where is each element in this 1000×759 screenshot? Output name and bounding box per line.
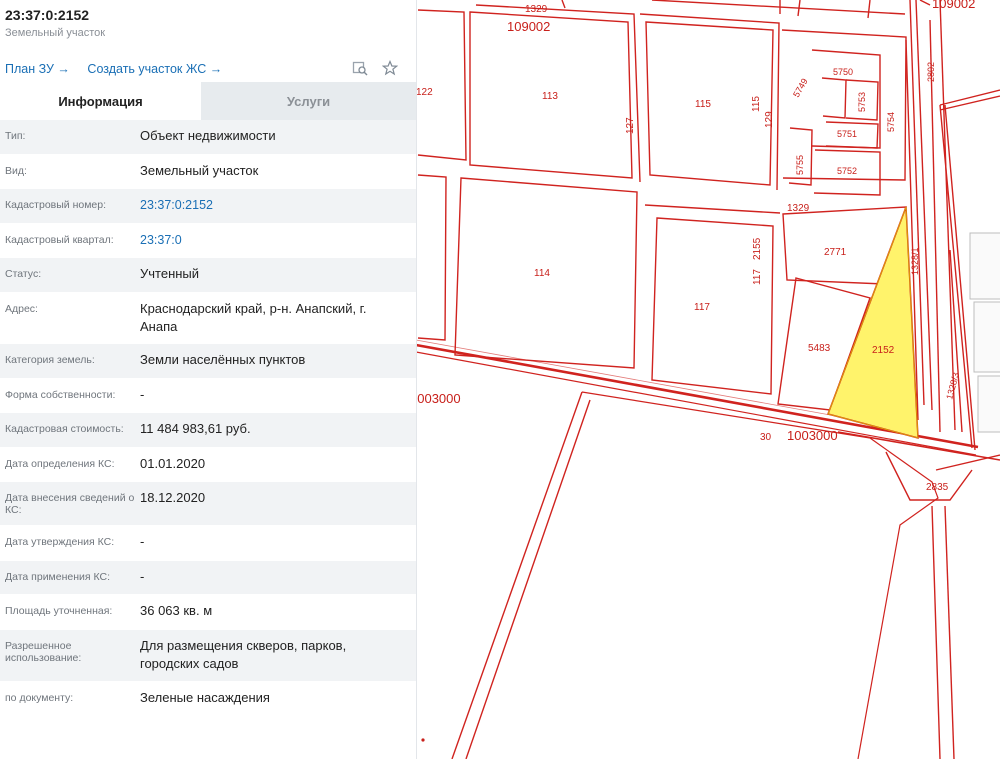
info-row-value: Земельный участок (140, 163, 259, 178)
info-row: Форма собственности: - (0, 379, 416, 413)
info-row-label: Кадастровый номер: (5, 199, 107, 211)
info-row-value: 01.01.2020 (140, 456, 206, 471)
info-row: Тип: Объект недвижимости (0, 120, 416, 155)
info-row-label: Дата определения КС: (5, 458, 115, 470)
info-row-value: - (140, 534, 145, 549)
parcel-label: 2152 (872, 345, 895, 356)
parcel-label: 1328/1 (910, 247, 920, 275)
parcel-label: 2835 (926, 482, 949, 493)
parcel-label: 115 (695, 99, 711, 110)
info-row-value: 36 063 кв. м (140, 603, 213, 618)
quarter-label: 109002 (932, 0, 975, 11)
info-row-label: Дата применения КС: (5, 571, 111, 583)
parcel-label: 2802 (926, 62, 936, 82)
info-row-value: 18.12.2020 (140, 490, 206, 505)
info-row-label: Кадастровый квартал: (5, 234, 114, 246)
info-row: Дата внесения сведений о КС: 18.12.2020 (0, 482, 416, 526)
info-row: Дата утверждения КС: - (0, 526, 416, 561)
parcel-label: 115 (751, 96, 762, 112)
plan-link[interactable]: План ЗУ → (5, 62, 70, 76)
info-row-label: Адрес: (5, 303, 38, 315)
object-info-panel: 23:37:0:2152 Земельный участок План ЗУ →… (0, 0, 417, 759)
create-parcel-link[interactable]: Создать участок ЖС → (87, 62, 222, 76)
tab-info[interactable]: Информация (0, 82, 201, 120)
parcel-label: 30 (760, 432, 772, 443)
parcel-label: 5750 (833, 67, 853, 77)
parcel-label: 5751 (837, 129, 857, 139)
parcel-label: 113 (542, 91, 558, 102)
quarter-label: 109002 (507, 19, 550, 34)
quarter-label: 1003000 (410, 391, 461, 406)
info-row-value: Для размещения скверов, парков, городски… (140, 638, 347, 671)
info-row-value: - (140, 387, 145, 402)
info-row-value: 11 484 983,61 руб. (140, 421, 251, 436)
parcel-label: 5483 (808, 343, 831, 354)
parcel-label: 1329 (525, 4, 548, 15)
info-row-label: Категория земель: (5, 354, 95, 366)
info-row: по документу: Зеленые насаждения (0, 682, 416, 717)
parcel-label: 5753 (857, 92, 867, 112)
info-row-label: Форма собственности: (5, 389, 116, 401)
info-row-value[interactable]: 23:37:0:2152 (140, 189, 416, 223)
tabs: Информация Услуги (0, 82, 416, 120)
info-row: Разрешенное использование: Для размещения… (0, 630, 416, 682)
info-table: Тип: Объект недвижимости Вид: Земельный уча… (0, 120, 416, 717)
parcel-label: 127 (625, 117, 636, 134)
info-row-label: Статус: (5, 268, 42, 280)
tab-services[interactable]: Услуги (201, 82, 416, 120)
info-row-label: по документу: (5, 692, 74, 704)
parcel-label: 5752 (837, 166, 857, 176)
parcel-label: 2155 (752, 237, 763, 260)
parcel-label: 122 (416, 87, 433, 98)
info-row-label: Разрешенное использование: (5, 640, 82, 664)
header-links: План ЗУ → Создать участок ЖС → (5, 62, 236, 76)
info-row-value: Учтенный (140, 266, 200, 281)
header-icons (352, 59, 399, 76)
parcel-label: 1329 (787, 203, 810, 214)
info-row-value: Зеленые насаждения (140, 690, 270, 705)
star-icon[interactable] (381, 59, 399, 76)
info-row: Адрес: Краснодарский край, р-н. Анапский,… (0, 293, 416, 344)
cadastral-title: 23:37:0:2152 (5, 7, 90, 23)
info-row: Вид: Земельный участок (0, 155, 416, 189)
info-row: Кадастровая стоимость: 11 484 983,61 руб. (0, 413, 416, 448)
info-row: Площадь уточненная: 36 063 кв. м (0, 595, 416, 630)
parcel-label: 117 (752, 269, 763, 285)
parcel-label: 114 (534, 268, 550, 279)
info-row-value: Земли населённых пунктов (140, 352, 306, 367)
parcel-label: 2771 (824, 247, 847, 258)
info-row: Дата определения КС: 01.01.2020 (0, 448, 416, 482)
info-row-label: Кадастровая стоимость: (5, 423, 124, 435)
info-row-value: Краснодарский край, р-н. Анапский, г. Ан… (140, 301, 367, 334)
info-row-label: Тип: (5, 130, 26, 142)
info-row: Категория земель: Земли населённых пункто… (0, 344, 416, 379)
parcel-label: 5755 (795, 155, 805, 175)
info-row-label: Дата внесения сведений о КС: (5, 492, 135, 516)
info-row-value[interactable]: 23:37:0 (140, 224, 416, 257)
show-on-map-icon[interactable] (352, 60, 368, 76)
info-row: Кадастровый номер: 23:37:0:2152 (0, 189, 416, 224)
quarter-label: 1003000 (787, 428, 838, 443)
parcel-label: 129 (764, 111, 775, 128)
object-subtitle: Земельный участок (5, 27, 106, 39)
info-row-label: Вид: (5, 165, 27, 177)
info-row-value: Объект недвижимости (140, 128, 276, 143)
info-row-value: - (140, 569, 145, 584)
info-row: Кадастровый квартал: 23:37:0 (0, 224, 416, 258)
info-row-label: Дата утверждения КС: (5, 536, 115, 548)
parcel-label: 117 (694, 302, 710, 313)
info-row: Дата применения КС: - (0, 561, 416, 595)
info-row-label: Площадь уточненная: (5, 605, 113, 617)
map-point (421, 738, 425, 742)
parcel-label: 5754 (886, 112, 896, 132)
info-row: Статус: Учтенный (0, 258, 416, 293)
